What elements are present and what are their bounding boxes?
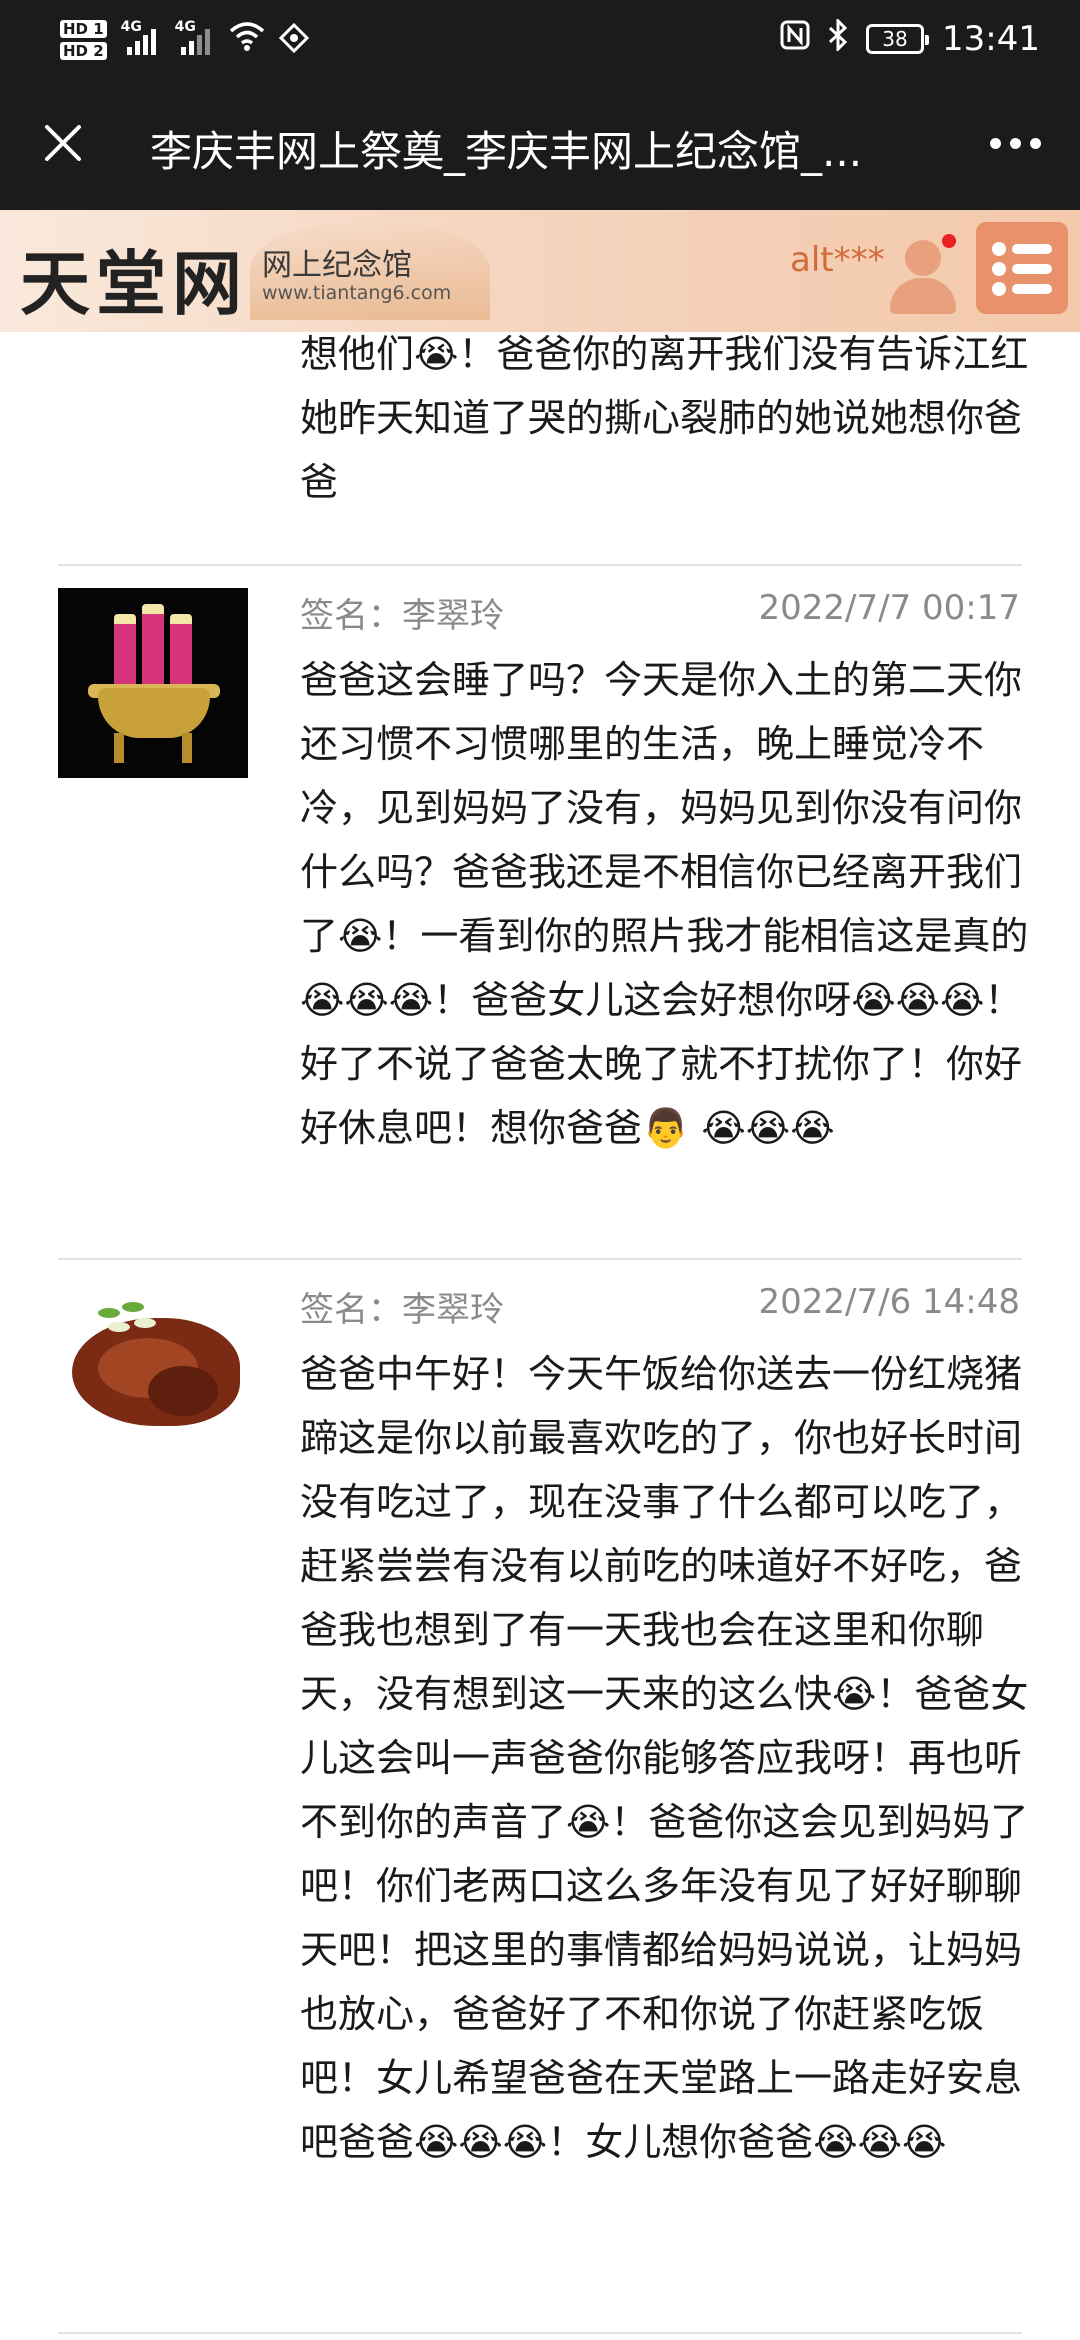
site-url: www.tiantang6.com: [262, 282, 452, 304]
more-icon-dot: [1009, 137, 1021, 149]
more-icon-dot: [1029, 137, 1041, 149]
page-title: 李庆丰网上祭奠_李庆丰网上纪念馆_...: [150, 127, 863, 176]
hd-indicators: HD 1 HD 2: [60, 20, 107, 60]
network-label-2: 4G: [174, 19, 196, 35]
site-subtitle: 网上纪念馆: [262, 248, 412, 283]
divider: [58, 564, 1022, 566]
bluetooth-icon: [828, 16, 848, 60]
user-avatar-icon[interactable]: [882, 228, 966, 318]
site-logo[interactable]: 天堂网: [20, 228, 248, 329]
close-button[interactable]: [28, 108, 98, 178]
status-bar: HD 1 HD 2 4G 4G 38 13:41: [0, 0, 1080, 78]
notification-dot: [942, 234, 956, 248]
incense-burner-image: [58, 588, 248, 778]
username[interactable]: alt***: [790, 240, 885, 280]
signature-label: 签名：李翠玲: [300, 1290, 504, 1330]
status-left: HD 1 HD 2 4G 4G: [60, 10, 309, 70]
signal-2-icon: 4G: [175, 19, 215, 55]
site-header: 天堂网 网上纪念馆 www.tiantang6.com alt***: [0, 210, 1080, 332]
signal-1-icon: 4G: [121, 19, 161, 55]
more-button[interactable]: [980, 108, 1050, 178]
message-text: 爸爸这会睡了吗？今天是你入土的第二天你还习惯不习惯哪里的生活，晚上睡觉冷不冷，见…: [300, 658, 1029, 1150]
message-list: 想他们😭！爸爸你的离开我们没有告诉江红她昨天知道了哭的撕心裂肺的她说她想你爸爸 …: [0, 332, 1080, 2340]
hd2-badge: HD 2: [60, 42, 107, 60]
hotspot-icon: [278, 22, 309, 57]
wifi-icon: [229, 21, 265, 59]
status-right: 38 13:41: [780, 0, 1040, 78]
message-date: 2022/7/6 14:48: [758, 1282, 1021, 1322]
clock: 13:41: [942, 19, 1040, 59]
browser-title-bar: 李庆丰网上祭奠_李庆丰网上纪念馆_...: [0, 78, 1080, 210]
hd1-badge: HD 1: [60, 20, 107, 38]
divider: [58, 1258, 1022, 1260]
menu-button[interactable]: [976, 222, 1068, 314]
message-text: 想他们😭！爸爸你的离开我们没有告诉江红她昨天知道了哭的撕心裂肺的她说她想你爸爸: [300, 332, 1029, 504]
message-text: 爸爸中午好！今天午饭给你送去一份红烧猪蹄这是你以前最喜欢吃的了，你也好长时间没有…: [300, 1352, 1029, 2164]
signature-label: 签名：李翠玲: [300, 596, 504, 636]
battery-level: 38: [882, 27, 908, 51]
network-label-1: 4G: [120, 19, 142, 35]
nfc-icon: [780, 19, 810, 59]
divider: [58, 2332, 1022, 2334]
message-date: 2022/7/7 00:17: [758, 588, 1021, 628]
braised-pork-image: [58, 1282, 248, 1452]
more-icon-dot: [989, 137, 1001, 149]
close-icon: [43, 114, 83, 172]
battery-icon: 38: [866, 24, 930, 54]
